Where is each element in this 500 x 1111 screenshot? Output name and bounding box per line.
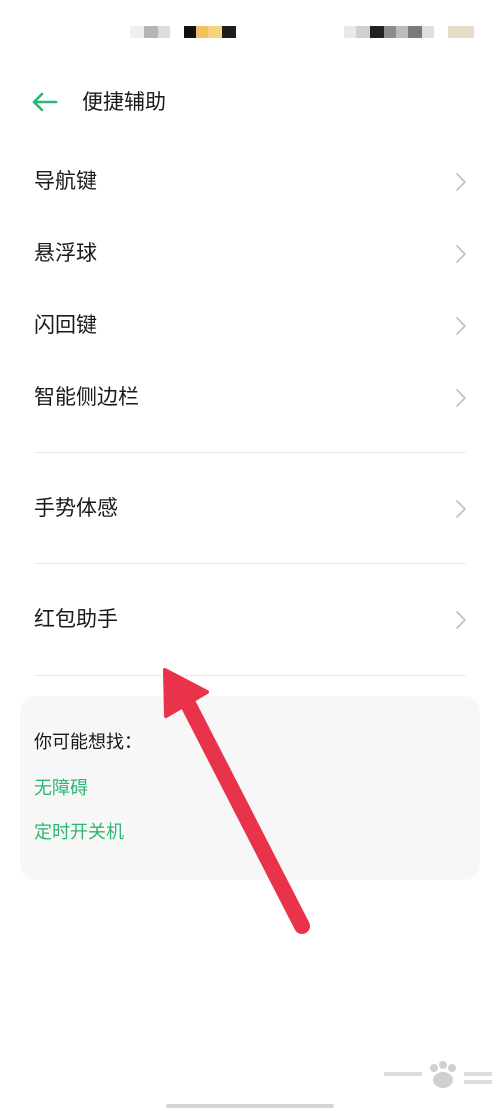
status-pixel [344, 26, 356, 38]
status-pixel [408, 26, 422, 38]
menu-item-label: 闪回键 [34, 313, 97, 337]
status-pixel [158, 26, 170, 38]
chevron-right-icon [456, 611, 466, 629]
back-button[interactable] [26, 86, 62, 118]
back-arrow-icon[interactable] [26, 86, 62, 118]
status-pixel [222, 26, 236, 38]
section-divider [34, 675, 466, 676]
status-pixel [370, 26, 384, 38]
section-divider [34, 452, 466, 453]
chevron-right-icon [456, 245, 466, 263]
menu-item-navigation-keys[interactable]: 导航键 [0, 152, 500, 212]
baidu-jingyan-logo [384, 1061, 492, 1088]
status-pixel [196, 26, 208, 38]
home-indicator[interactable] [166, 1104, 334, 1108]
section-divider [34, 563, 466, 564]
chevron-right-icon [456, 317, 466, 335]
menu-item-label: 悬浮球 [34, 241, 97, 265]
menu-item-label: 红包助手 [34, 607, 118, 631]
chevron-right-icon [456, 173, 466, 191]
status-pixel [208, 26, 222, 38]
status-pixel [448, 26, 474, 38]
status-bar [0, 0, 500, 62]
menu-item-label: 手势体感 [34, 496, 118, 520]
status-pixel [396, 26, 408, 38]
status-pixel [422, 26, 434, 38]
menu-item-gestures-motions[interactable]: 手势体感 [0, 479, 500, 539]
suggestion-link-accessibility[interactable]: 无障碍 [34, 776, 88, 802]
menu-item-label: 智能侧边栏 [34, 385, 139, 409]
status-pixel [356, 26, 370, 38]
menu-item-smart-sidebar[interactable]: 智能侧边栏 [0, 368, 500, 428]
suggestion-link-scheduled-power[interactable]: 定时开关机 [34, 820, 124, 846]
page-title: 便捷辅助 [82, 90, 166, 114]
menu-item-red-packet-assistant[interactable]: 红包助手 [0, 590, 500, 650]
menu-item-flashback-key[interactable]: 闪回键 [0, 296, 500, 356]
status-pixel [130, 26, 144, 38]
chevron-right-icon [456, 389, 466, 407]
suggestions-heading: 你可能想找： [34, 732, 142, 753]
suggestions-card: 你可能想找： 无障碍 定时开关机 [20, 696, 480, 880]
app-header: 便捷辅助 [0, 80, 500, 124]
menu-item-label: 导航键 [34, 169, 97, 193]
menu-item-floating-ball[interactable]: 悬浮球 [0, 224, 500, 284]
status-pixel [184, 26, 196, 38]
status-pixel [384, 26, 396, 38]
status-pixel [144, 26, 158, 38]
chevron-right-icon [456, 500, 466, 518]
